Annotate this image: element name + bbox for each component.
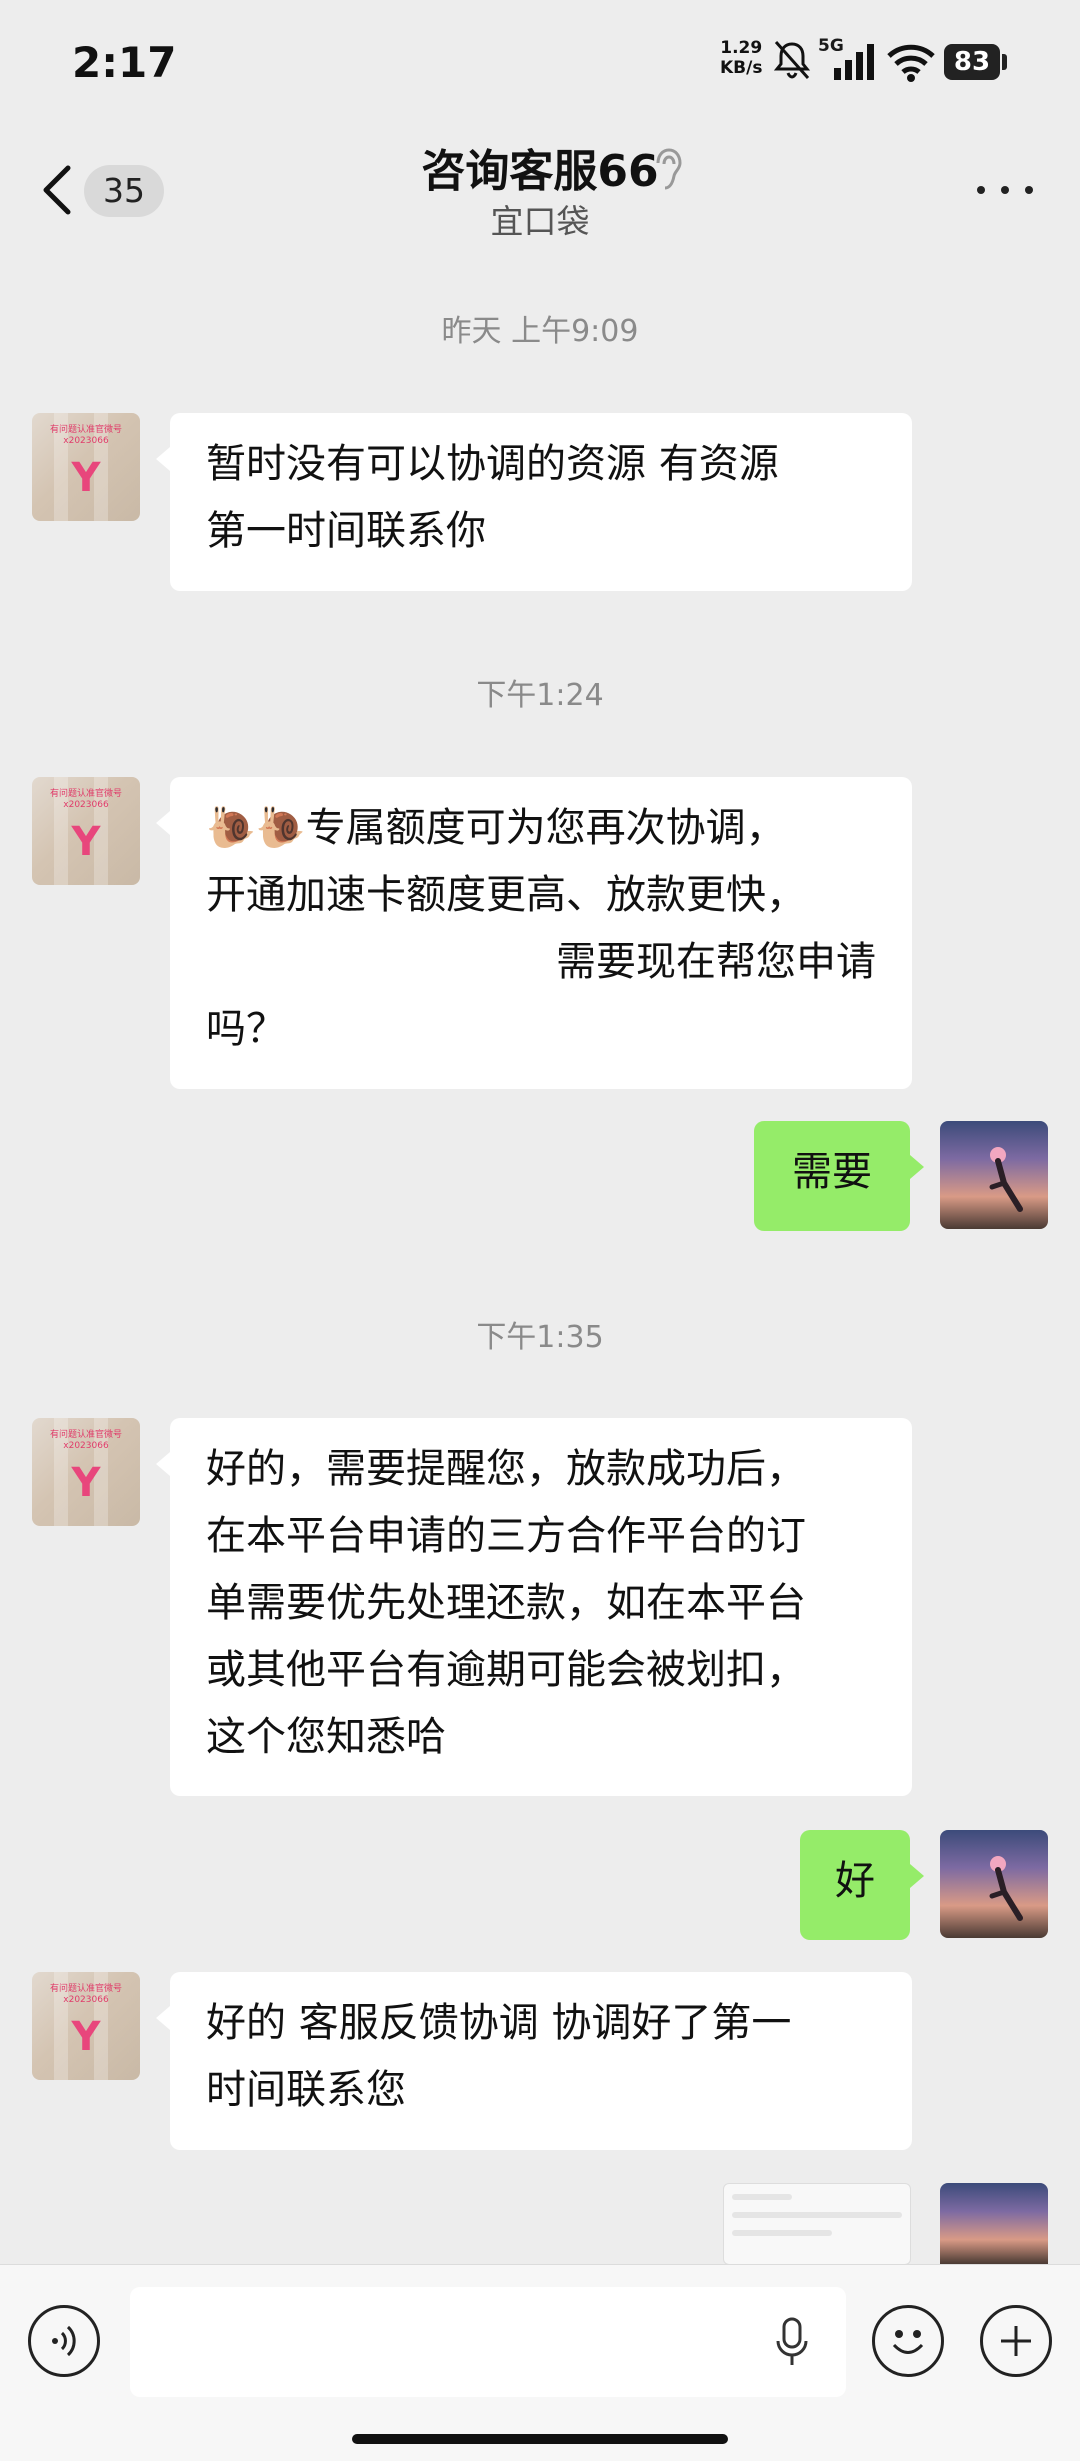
battery-indicator: 83 [944, 44, 1000, 80]
incoming-message-bubble[interactable]: 好的，需要提醒您，放款成功后， 在本平台申请的三方合作平台的订 单需要优先处理还… [156, 1418, 912, 1796]
message-timestamp: 昨天 上午9:09 [441, 314, 639, 349]
message-timestamp: 下午1:35 [476, 1320, 604, 1355]
agent-avatar[interactable]: 有问题认准官微号 x2023066 Y [32, 413, 140, 521]
incoming-message-bubble[interactable]: 暂时没有可以协调的资源 有资源 第一时间联系你 [156, 413, 912, 591]
earpiece-mode-icon [656, 148, 682, 190]
wifi-icon [887, 44, 935, 82]
microphone-icon[interactable] [772, 2315, 812, 2371]
message-timestamp: 下午1:24 [476, 678, 604, 713]
message-text-line: 这个您知悉哈 [206, 1714, 446, 1760]
voice-wave-icon [52, 2325, 76, 2357]
avatar-watermark-text: 有问题认准官微号 x2023066 [49, 1430, 122, 1451]
outgoing-message-bubble[interactable]: 好 [800, 1830, 924, 1940]
incoming-message-bubble[interactable]: 好的 客服反馈协调 协调好了第一 时间联系您 [156, 1972, 912, 2150]
message-text-line: 好的 客服反馈协调 协调好了第一 [206, 2000, 792, 2046]
message-text-line: 好的，需要提醒您，放款成功后， [206, 1446, 806, 1492]
avatar-logo: Y [71, 819, 101, 865]
chat-header: 35 咨询客服66 宜口袋 [0, 125, 1080, 255]
message-text: 需要 [792, 1149, 872, 1195]
message-text-line: 在本平台申请的三方合作平台的订 [206, 1513, 806, 1559]
home-indicator[interactable] [352, 2434, 728, 2444]
message-text-line: 开通加速卡额度更高、放款更快， [206, 872, 806, 918]
image-message-thumbnail[interactable] [723, 2183, 911, 2265]
message-text-span: 专属额度可为您再次协调， [305, 805, 786, 851]
avatar-watermark-text: 有问题认准官微号 x2023066 [49, 789, 122, 810]
agent-avatar[interactable]: 有问题认准官微号 x2023066 Y [32, 1972, 140, 2080]
avatar-logo: Y [71, 1460, 101, 1506]
mute-bell-icon [773, 41, 811, 79]
message-text-input[interactable] [130, 2287, 846, 2397]
message-text-line: 吗？ [206, 1006, 286, 1052]
message-text-line: 需要现在帮您申请 [556, 939, 876, 985]
net-speed-unit: KB/s [720, 58, 763, 78]
voice-input-button[interactable] [28, 2305, 100, 2377]
status-time: 2:17 [72, 38, 177, 87]
message-text-line: 第一时间联系你 [206, 508, 486, 554]
net-speed: 1.29 KB/s [720, 38, 762, 78]
message-text-line: 或其他平台有逾期可能会被划扣， [206, 1647, 806, 1693]
agent-avatar[interactable]: 有问题认准官微号 x2023066 Y [32, 1418, 140, 1526]
emoji-button[interactable] [872, 2305, 944, 2377]
net-speed-value: 1.29 [720, 38, 763, 58]
chat-title: 咨询客服66 [421, 146, 659, 197]
message-text-line: 🐌🐌专属额度可为您再次协调， [206, 795, 876, 862]
user-avatar[interactable] [940, 1830, 1048, 1938]
message-text-line: 单需要优先处理还款，如在本平台 [206, 1580, 806, 1626]
incoming-message-bubble[interactable]: 🐌🐌专属额度可为您再次协调， 开通加速卡额度更高、放款更快， 需要现在帮您申请 … [156, 777, 912, 1089]
chat-subtitle: 宜口袋 [490, 202, 590, 241]
avatar-watermark-text: 有问题认准官微号 x2023066 [49, 425, 122, 446]
avatar-logo: Y [71, 455, 101, 501]
hand-flower-icon [989, 1856, 1023, 1921]
user-avatar[interactable] [940, 2183, 1048, 2264]
agent-avatar[interactable]: 有问题认准官微号 x2023066 Y [32, 777, 140, 885]
outgoing-message-bubble[interactable]: 需要 [754, 1121, 924, 1231]
signal-icon [834, 44, 874, 80]
user-avatar[interactable] [940, 1121, 1048, 1229]
avatar-watermark-text: 有问题认准官微号 x2023066 [49, 1984, 122, 2005]
plus-icon [1001, 2326, 1031, 2356]
message-text: 好 [835, 1858, 875, 1904]
hand-flower-icon [989, 1147, 1023, 1212]
message-text-line: 暂时没有可以协调的资源 有资源 [206, 441, 779, 487]
message-text-line: 时间联系您 [206, 2067, 406, 2113]
snail-emoji: 🐌🐌 [206, 805, 306, 851]
more-actions-plus-button[interactable] [980, 2305, 1052, 2377]
smiley-face-icon [892, 2330, 924, 2354]
status-bar: 2:17 1.29 KB/s 5G 83 [0, 0, 1080, 125]
avatar-logo: Y [71, 2014, 101, 2060]
more-options-button[interactable] [975, 180, 1035, 200]
message-input-bar [0, 2264, 1080, 2461]
battery-tip [1002, 54, 1007, 70]
